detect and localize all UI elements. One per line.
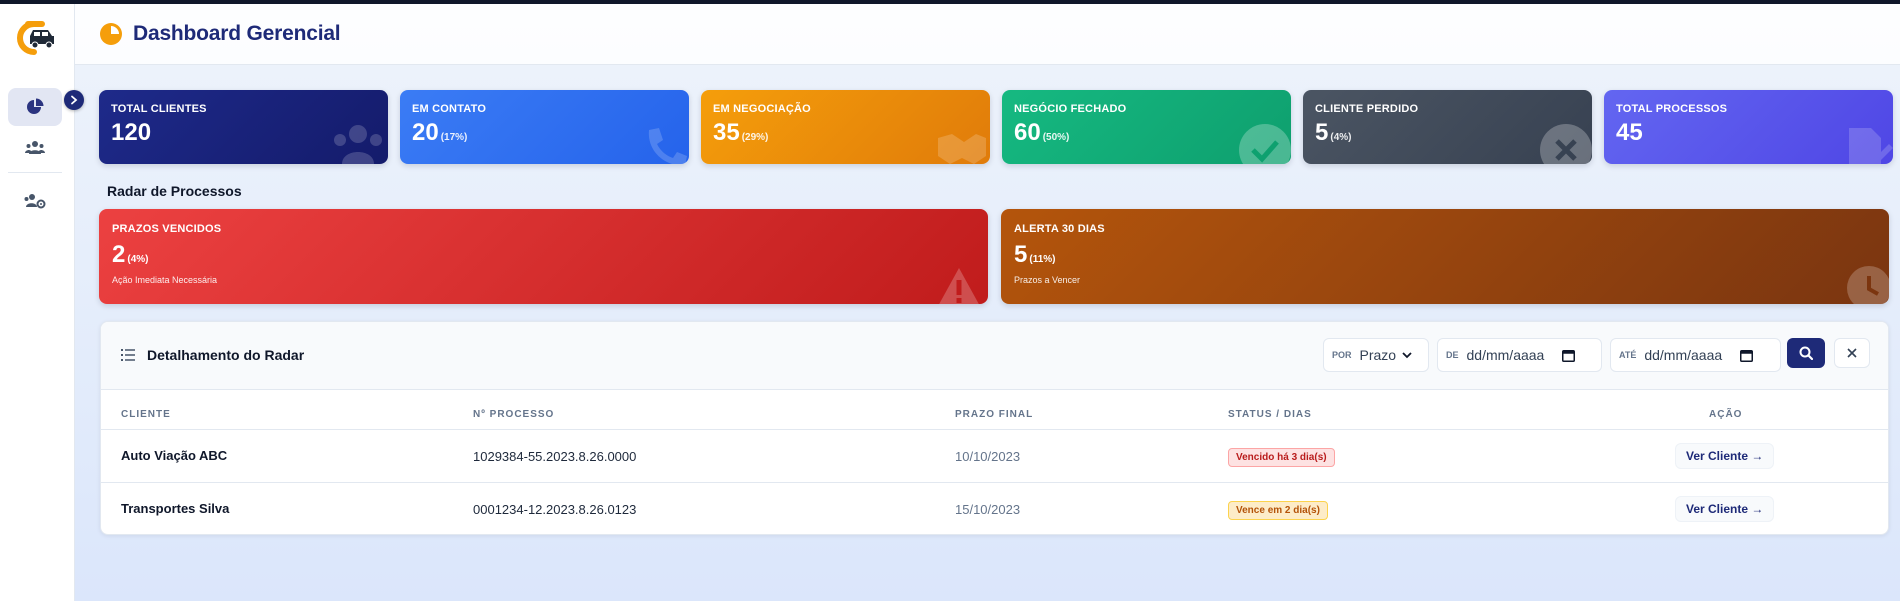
stat-value: 120 xyxy=(111,119,152,146)
ver-cliente-button[interactable]: Ver Cliente → xyxy=(1675,496,1775,522)
row-divider xyxy=(101,482,1888,483)
stat-value: 5 xyxy=(1315,119,1329,146)
panel-title-text: Detalhamento do Radar xyxy=(147,347,305,363)
alert-card-prazos-vencidos: PRAZOS VENCIDOS 2 (4%) Ação Imediata Nece… xyxy=(99,209,988,304)
check-circle-icon xyxy=(1239,124,1291,164)
calendar-icon[interactable] xyxy=(1740,349,1754,362)
stat-value: 45 xyxy=(1616,119,1643,146)
phone-icon xyxy=(648,128,687,164)
alert-percent: (11%) xyxy=(1029,254,1056,265)
ver-cliente-button[interactable]: Ver Cliente → xyxy=(1675,443,1775,469)
stat-percent: (29%) xyxy=(741,132,769,143)
filter-por-value: Prazo xyxy=(1359,347,1397,363)
cell-cliente: Transportes Silva xyxy=(121,501,230,516)
cell-cliente: Auto Viação ABC xyxy=(121,448,228,463)
pie-chart-icon xyxy=(100,23,122,45)
stat-percent: (50%) xyxy=(1042,132,1070,143)
users-icon xyxy=(25,141,45,154)
stat-label: EM CONTATO xyxy=(412,103,487,115)
column-header-acao: AÇÃO xyxy=(1709,409,1743,420)
stat-value: 60 xyxy=(1014,119,1041,146)
column-header-status: STATUS / DIAS xyxy=(1228,409,1312,420)
filter-ate-label: ATÉ xyxy=(1619,350,1637,360)
alert-label: ALERTA 30 DIAS xyxy=(1014,223,1105,235)
x-circle-icon xyxy=(1540,124,1592,164)
filter-de-date-input[interactable]: DE dd/mm/aaaa xyxy=(1437,338,1602,372)
stat-card-total-clientes: TOTAL CLIENTES 120 xyxy=(99,90,388,164)
panel-header: Detalhamento do Radar POR Prazo DE dd/mm… xyxy=(101,322,1888,390)
status-badge: Vencido há 3 dia(s) xyxy=(1228,448,1335,467)
status-badge: Vence em 2 dia(s) xyxy=(1228,501,1328,520)
stat-value: 35 xyxy=(713,119,740,146)
warning-icon xyxy=(939,268,979,304)
alert-label: PRAZOS VENCIDOS xyxy=(112,223,222,235)
filter-por-select[interactable]: POR Prazo xyxy=(1323,338,1429,372)
pie-chart-icon xyxy=(27,98,44,114)
stat-label: NEGÓCIO FECHADO xyxy=(1014,103,1127,115)
close-icon xyxy=(1847,348,1857,358)
alert-value: 2 xyxy=(112,241,126,268)
filter-de-placeholder: dd/mm/aaaa xyxy=(1466,347,1545,363)
cell-prazo: 15/10/2023 xyxy=(955,502,1021,517)
list-icon xyxy=(121,349,135,361)
clear-filters-button[interactable] xyxy=(1834,338,1870,368)
file-edit-icon xyxy=(1849,128,1893,164)
panel-title: Detalhamento do Radar xyxy=(121,347,304,363)
cell-processo: 1029384-55.2023.8.26.0000 xyxy=(473,449,637,464)
column-header-prazo: PRAZO FINAL xyxy=(955,409,1034,420)
sidebar-item-clientes[interactable] xyxy=(8,129,62,167)
sidebar-item-usuarios[interactable] xyxy=(8,182,62,220)
stat-label: TOTAL CLIENTES xyxy=(111,103,207,115)
stat-card-total-processos: TOTAL PROCESSOS 45 xyxy=(1604,90,1893,164)
stat-card-em-negociacao: EM NEGOCIAÇÃO 35 (29%) xyxy=(701,90,990,164)
stat-label: EM NEGOCIAÇÃO xyxy=(713,103,811,115)
filter-ate-date-input[interactable]: ATÉ dd/mm/aaaa xyxy=(1610,338,1781,372)
cell-prazo: 10/10/2023 xyxy=(955,449,1021,464)
sidebar-toggle-button[interactable] xyxy=(64,90,84,110)
stat-card-cliente-perdido: CLIENTE PERDIDO 5 (4%) xyxy=(1303,90,1592,164)
table-divider xyxy=(101,429,1888,430)
filter-ate-placeholder: dd/mm/aaaa xyxy=(1644,347,1723,363)
app-logo[interactable] xyxy=(12,20,58,56)
alert-subtitle: Prazos a Vencer xyxy=(1014,275,1081,285)
search-icon xyxy=(1799,346,1813,360)
page-header: Dashboard Gerencial xyxy=(75,4,1900,65)
sidebar xyxy=(0,4,84,601)
filter-por-label: POR xyxy=(1332,350,1352,360)
stat-percent: (4%) xyxy=(1330,132,1352,143)
users-cog-icon xyxy=(24,194,46,209)
stat-label: TOTAL PROCESSOS xyxy=(1616,103,1728,115)
chevron-down-icon xyxy=(1402,352,1412,359)
column-header-cliente: CLIENTE xyxy=(121,409,171,420)
alert-percent: (4%) xyxy=(127,254,149,265)
sidebar-divider xyxy=(8,172,62,173)
users-icon xyxy=(334,125,382,164)
alert-value: 5 xyxy=(1014,241,1028,268)
column-header-processo: Nº PROCESSO xyxy=(473,409,555,420)
chevron-right-icon xyxy=(71,95,78,105)
sidebar-item-dashboard[interactable] xyxy=(8,88,62,126)
stat-card-em-contato: EM CONTATO 20 (17%) xyxy=(400,90,689,164)
stat-percent: (17%) xyxy=(440,132,468,143)
alert-subtitle: Ação Imediata Necessária xyxy=(112,275,218,285)
radar-detail-panel: Detalhamento do Radar POR Prazo DE dd/mm… xyxy=(100,321,1889,535)
stat-value: 20 xyxy=(412,119,439,146)
search-button[interactable] xyxy=(1787,338,1825,368)
filter-de-label: DE xyxy=(1446,350,1459,360)
clock-icon xyxy=(1847,266,1889,304)
page-title: Dashboard Gerencial xyxy=(133,22,341,45)
alert-card-alerta-30-dias: ALERTA 30 DIAS 5 (11%) Prazos a Vencer xyxy=(1001,209,1889,304)
radar-section-title: Radar de Processos xyxy=(107,183,242,199)
calendar-icon[interactable] xyxy=(1562,349,1576,362)
stat-card-negocio-fechado: NEGÓCIO FECHADO 60 (50%) xyxy=(1002,90,1291,164)
cell-processo: 0001234-12.2023.8.26.0123 xyxy=(473,502,637,517)
handshake-icon xyxy=(938,134,986,164)
stat-label: CLIENTE PERDIDO xyxy=(1315,103,1419,115)
